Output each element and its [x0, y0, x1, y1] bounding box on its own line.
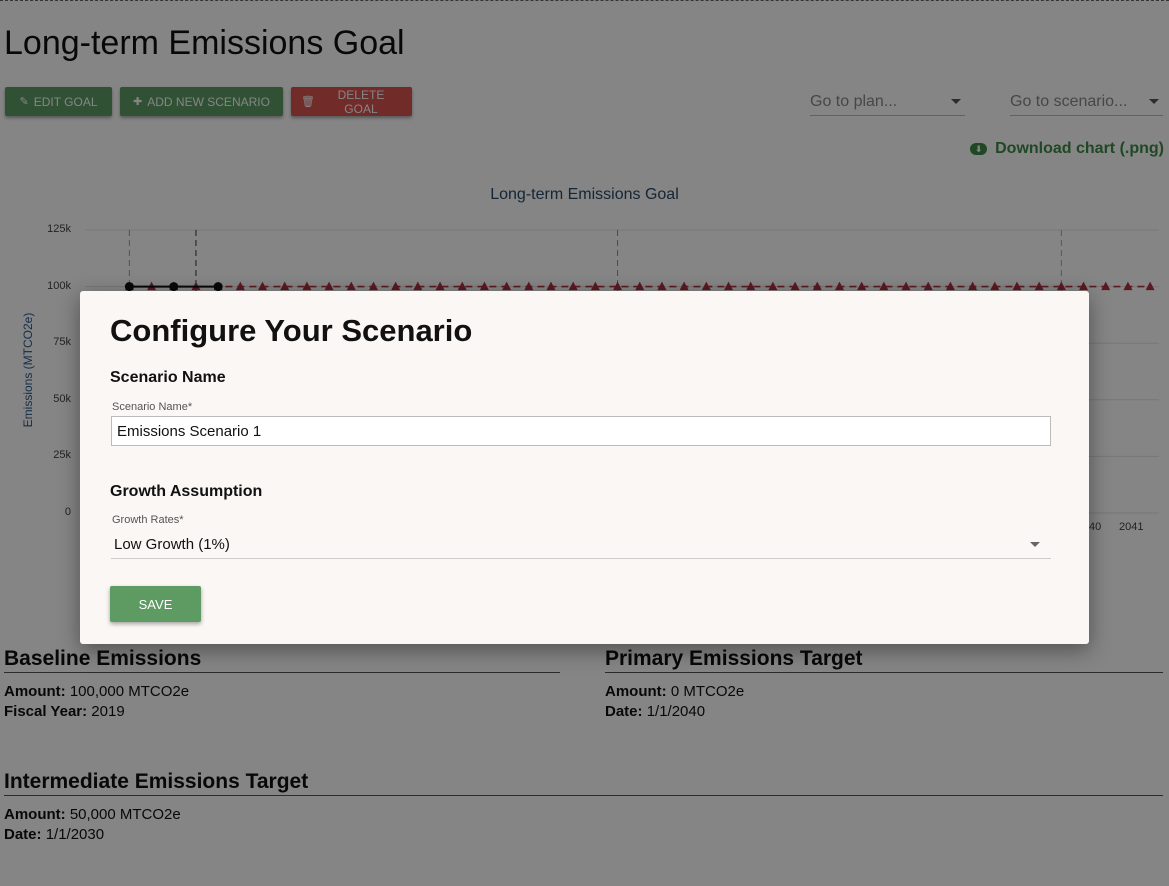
scenario-name-field-label: Scenario Name* — [112, 401, 192, 413]
growth-rates-selected-value: Low Growth (1%) — [114, 536, 230, 553]
growth-assumption-section-title: Growth Assumption — [110, 483, 263, 500]
growth-rates-field-label: Growth Rates* — [112, 514, 184, 526]
save-button[interactable]: SAVE — [110, 586, 201, 622]
required-mark: * — [187, 401, 193, 413]
growth-rates-select[interactable]: Low Growth (1%) — [111, 531, 1051, 559]
scenario-name-label-text: Scenario Name — [112, 401, 188, 413]
chevron-down-icon — [1030, 542, 1040, 547]
configure-scenario-dialog: Configure Your Scenario Scenario Name Sc… — [80, 291, 1089, 644]
scenario-name-input[interactable] — [111, 416, 1051, 446]
scenario-name-section-title: Scenario Name — [110, 369, 226, 386]
growth-rates-label-text: Growth Rates — [112, 514, 180, 526]
required-mark: * — [179, 514, 184, 526]
dialog-title: Configure Your Scenario — [110, 313, 473, 348]
